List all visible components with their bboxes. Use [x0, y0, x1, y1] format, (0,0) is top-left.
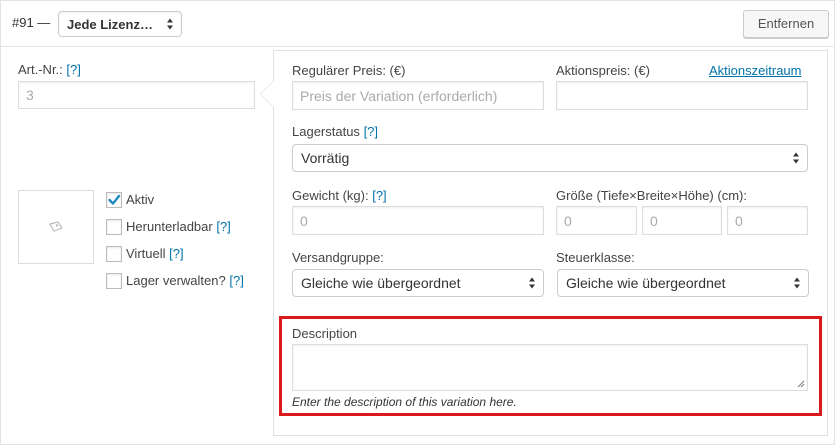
stock-status-label-text: Lagerstatus: [292, 124, 360, 139]
manage-stock-checkbox[interactable]: [106, 273, 122, 289]
tax-class-select[interactable]: Gleiche wie übergeordnet: [557, 269, 809, 297]
downloadable-label-text: Herunterladbar: [126, 219, 213, 234]
sale-price-label: Aktionspreis: (€): [556, 63, 650, 78]
panel-pointer-inner: [261, 81, 274, 107]
sale-price-input[interactable]: [556, 81, 808, 110]
virtual-help-link[interactable]: [?]: [169, 246, 183, 261]
enabled-checkbox[interactable]: [106, 192, 122, 208]
shipping-class-value: Gleiche wie übergeordnet: [301, 275, 461, 291]
weight-label: Gewicht (kg): [?]: [292, 188, 387, 203]
regular-price-placeholder: Preis der Variation (erforderlich): [300, 87, 498, 104]
resize-handle-icon[interactable]: [797, 380, 805, 388]
manage-stock-label-text: Lager verwalten?: [126, 273, 226, 288]
image-placeholder-icon: [49, 221, 63, 232]
virtual-label-text: Virtuell: [126, 246, 166, 261]
attribute-select-value: Jede Lizenz…: [67, 17, 153, 32]
tax-class-value: Gleiche wie übergeordnet: [566, 275, 726, 291]
variation-number: #91 —: [12, 15, 51, 30]
downloadable-checkbox[interactable]: [106, 219, 122, 235]
tax-class-label: Steuerklasse:: [556, 250, 635, 265]
weight-input[interactable]: 0: [292, 206, 544, 235]
downloadable-label: Herunterladbar [?]: [126, 219, 231, 234]
manage-stock-help-link[interactable]: [?]: [229, 273, 243, 288]
height-placeholder: 0: [735, 212, 743, 229]
variation-header: #91 — Jede Lizenz… Entfernen: [0, 0, 835, 47]
length-placeholder: 0: [564, 212, 572, 229]
sku-placeholder: 3: [26, 87, 34, 103]
description-textarea[interactable]: [292, 344, 808, 391]
description-hint: Enter the description of this variation …: [292, 395, 517, 409]
stock-status-label: Lagerstatus [?]: [292, 124, 378, 139]
description-label: Description: [292, 326, 358, 341]
manage-stock-label: Lager verwalten? [?]: [126, 273, 244, 288]
enabled-label: Aktiv: [126, 192, 155, 207]
weight-label-text: Gewicht (kg):: [292, 188, 369, 203]
attribute-select[interactable]: Jede Lizenz…: [58, 11, 182, 37]
downloadable-help-link[interactable]: [?]: [216, 219, 230, 234]
select-arrows-icon: [793, 152, 800, 164]
shipping-class-label: Versandgruppe:: [292, 250, 384, 265]
select-arrows-icon: [794, 277, 801, 289]
schedule-sale-link[interactable]: Aktionszeitraum: [709, 63, 801, 78]
variation-image-upload[interactable]: [18, 190, 94, 264]
sku-input[interactable]: 3: [18, 81, 255, 109]
sku-label: Art.-Nr.: [?]: [18, 62, 81, 77]
height-input[interactable]: 0: [727, 206, 808, 235]
regular-price-input[interactable]: Preis der Variation (erforderlich): [292, 81, 544, 110]
sku-label-text: Art.-Nr.:: [18, 62, 63, 77]
select-arrows-icon: [167, 18, 174, 30]
length-input[interactable]: 0: [556, 206, 637, 235]
dimensions-label: Größe (Tiefe×Breite×Höhe) (cm):: [556, 188, 747, 203]
virtual-checkbox[interactable]: [106, 246, 122, 262]
virtual-label: Virtuell [?]: [126, 246, 184, 261]
weight-placeholder: 0: [300, 212, 308, 229]
sku-help-link[interactable]: [?]: [66, 62, 80, 77]
weight-help-link[interactable]: [?]: [372, 188, 386, 203]
remove-button[interactable]: Entfernen: [743, 10, 829, 38]
width-input[interactable]: 0: [642, 206, 722, 235]
regular-price-label: Regulärer Preis: (€): [292, 63, 406, 78]
stock-status-select[interactable]: Vorrätig: [292, 144, 808, 172]
select-arrows-icon: [529, 277, 536, 289]
shipping-class-select[interactable]: Gleiche wie übergeordnet: [292, 269, 544, 297]
width-placeholder: 0: [650, 212, 658, 229]
stock-status-help-link[interactable]: [?]: [364, 124, 378, 139]
stock-status-value: Vorrätig: [301, 150, 350, 166]
checkmark-icon: [108, 194, 121, 205]
